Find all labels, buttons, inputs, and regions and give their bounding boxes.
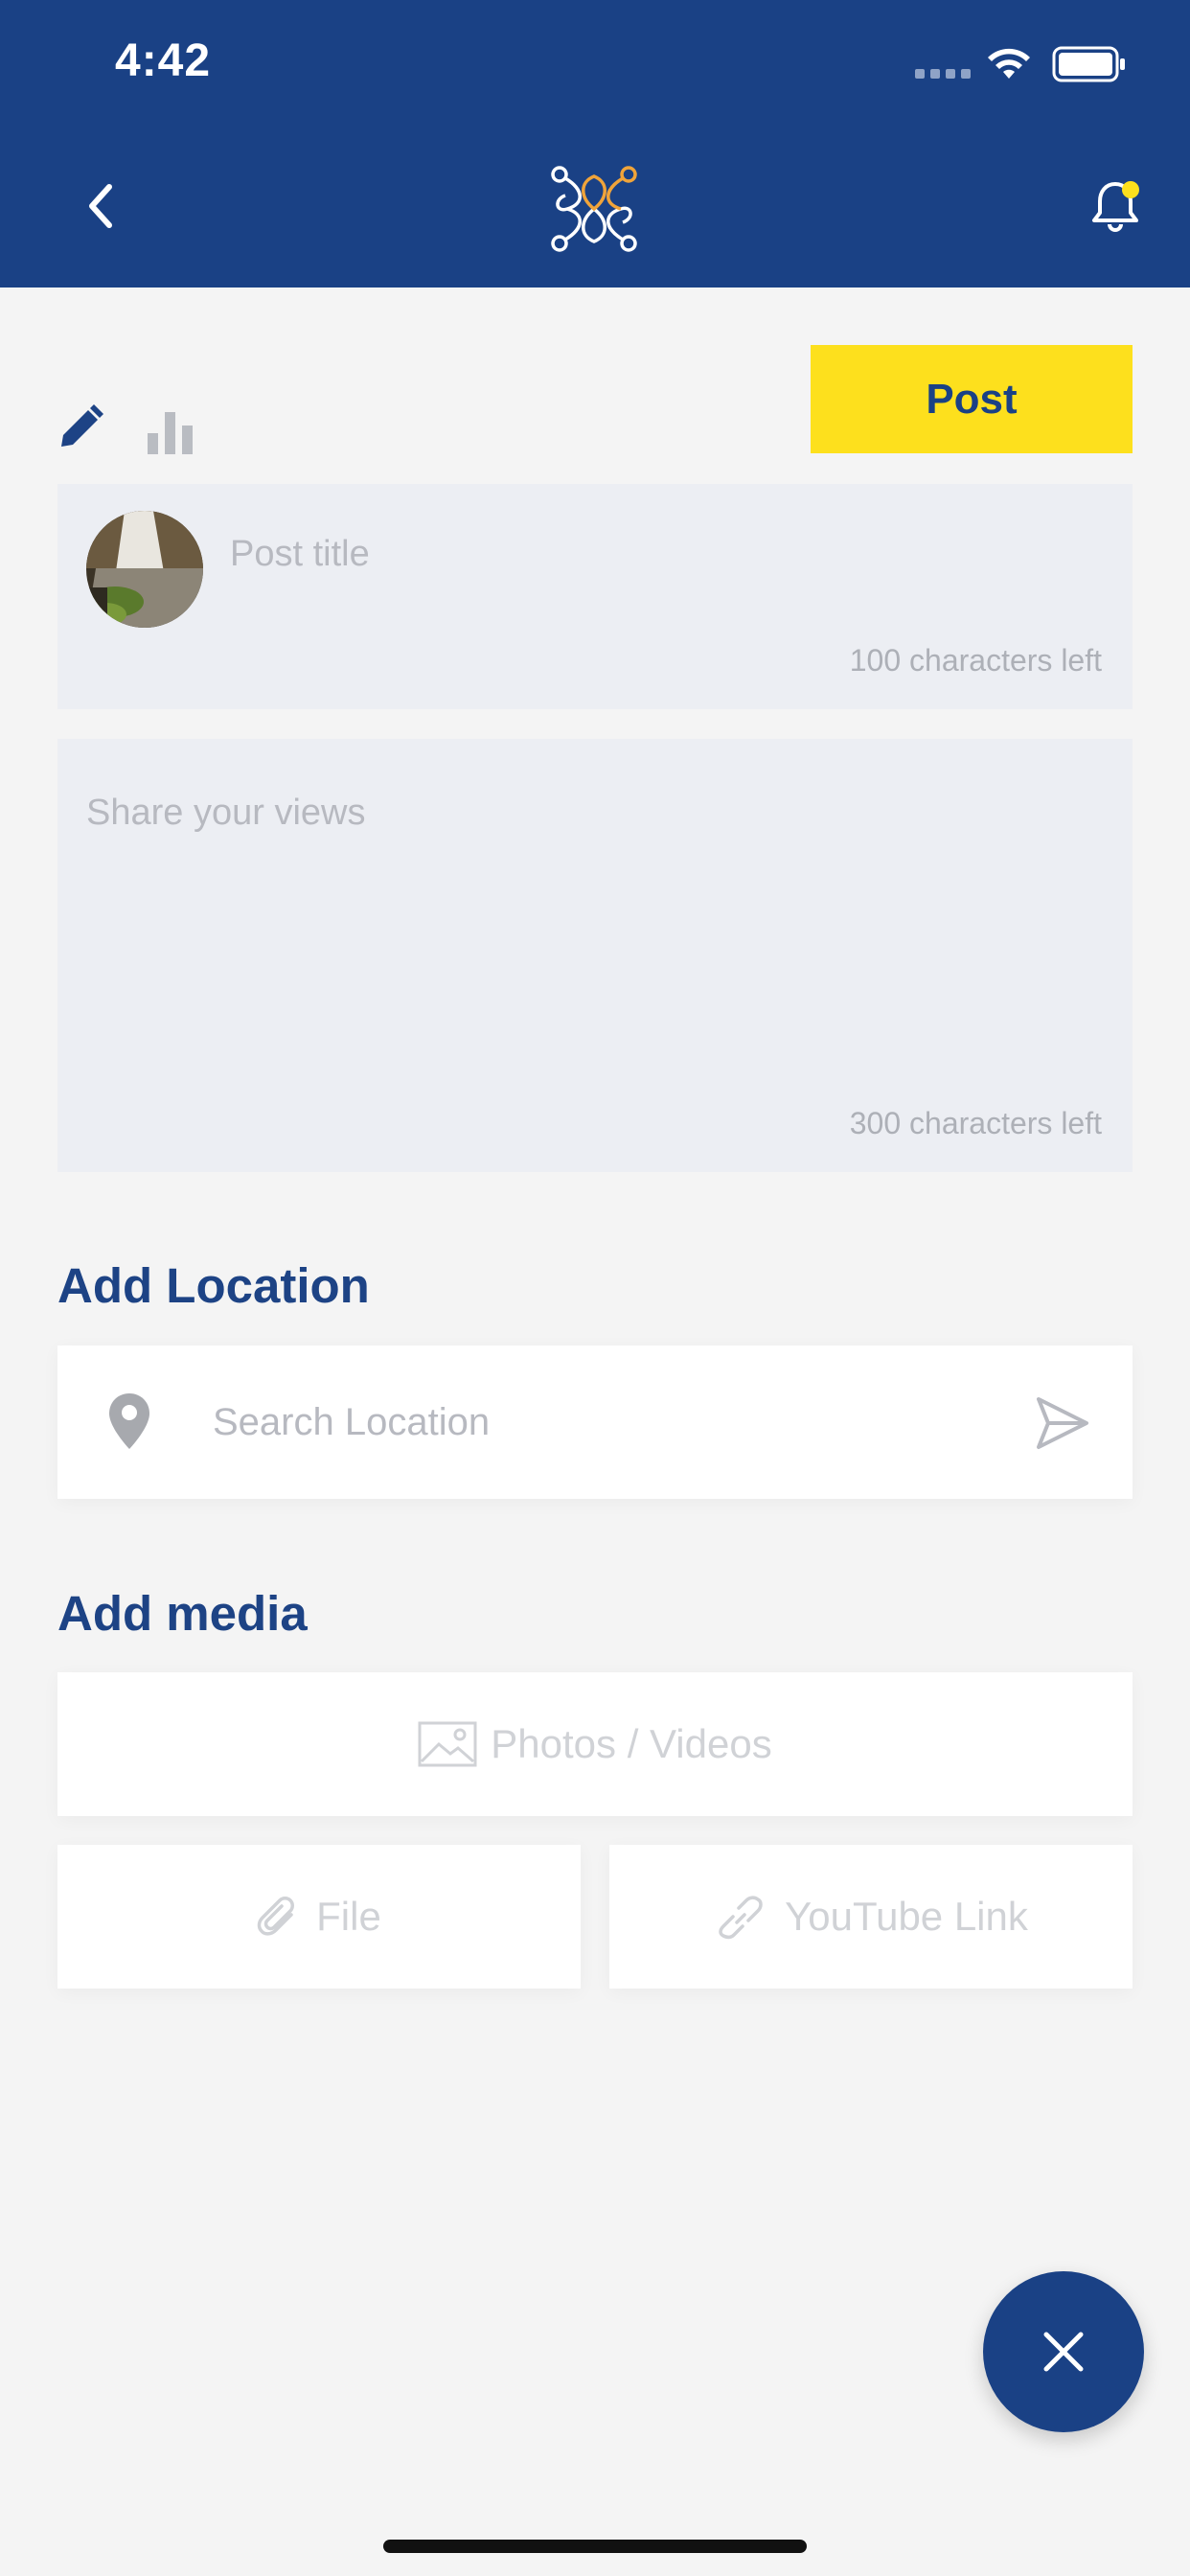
photos-videos-button[interactable]: Photos / Videos: [57, 1672, 1133, 1816]
share-views-placeholder: Share your views: [86, 793, 366, 833]
link-icon: [719, 1896, 763, 1940]
post-button[interactable]: Post: [811, 345, 1133, 453]
back-button[interactable]: [77, 177, 125, 235]
status-time: 4:42: [115, 35, 212, 86]
notification-dot: [1122, 181, 1139, 198]
file-button[interactable]: File: [57, 1845, 581, 1989]
add-media-heading: Add media: [57, 1586, 308, 1641]
map-pin-icon: [109, 1393, 149, 1449]
photos-videos-label: Photos / Videos: [491, 1721, 772, 1766]
post-title-placeholder: Post title: [230, 534, 370, 574]
app-logo: [551, 166, 637, 252]
pencil-icon[interactable]: [56, 402, 105, 452]
wifi-icon: [988, 48, 1030, 79]
top-bar: 4:42: [0, 0, 1190, 288]
battery-icon: [1052, 46, 1125, 82]
home-indicator: [383, 2540, 807, 2553]
file-label: File: [316, 1894, 381, 1939]
close-icon: [1043, 2332, 1084, 2372]
avatar: [86, 511, 203, 628]
image-icon: [418, 1721, 477, 1767]
paperclip-icon: [257, 1897, 295, 1936]
post-title-field[interactable]: Post title 100 characters left: [57, 484, 1133, 709]
location-search-input[interactable]: Search Location: [57, 1346, 1133, 1499]
add-location-heading: Add Location: [57, 1258, 370, 1313]
location-search-placeholder: Search Location: [213, 1401, 491, 1443]
youtube-link-button[interactable]: YouTube Link: [609, 1845, 1133, 1989]
notification-bell-button[interactable]: [1085, 176, 1146, 238]
views-character-count: 300 characters left: [849, 1106, 1102, 1140]
youtube-link-label: YouTube Link: [785, 1894, 1028, 1939]
share-views-field[interactable]: Share your views 300 characters left: [57, 739, 1133, 1172]
title-character-count: 100 characters left: [849, 643, 1102, 678]
close-fab-button[interactable]: [983, 2271, 1144, 2432]
cellular-signal-icon: [915, 69, 971, 79]
bar-chart-icon[interactable]: [146, 406, 197, 454]
send-location-icon[interactable]: [1035, 1395, 1090, 1451]
